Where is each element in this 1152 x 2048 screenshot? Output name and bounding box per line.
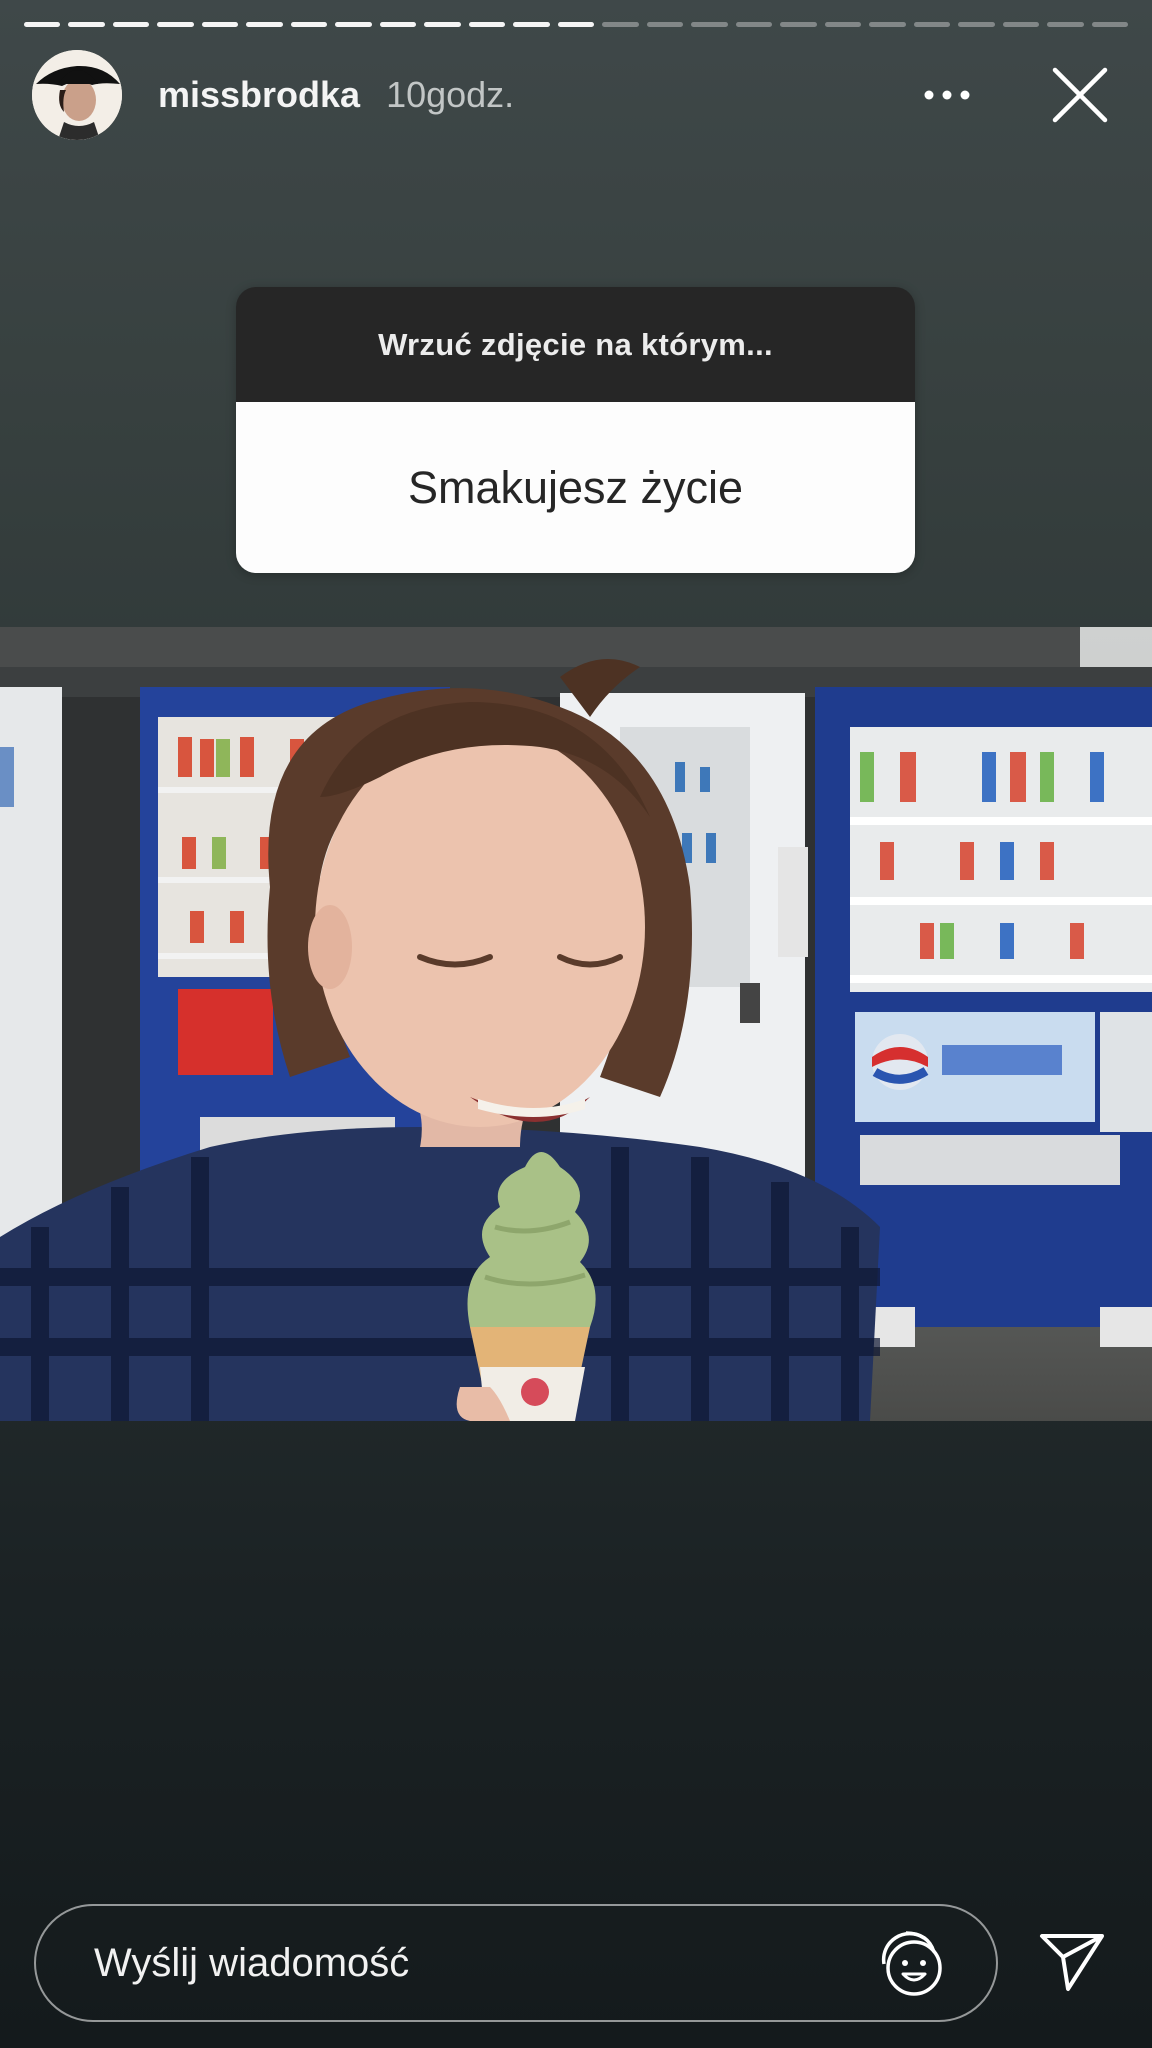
progress-segment	[557, 22, 595, 27]
progress-segment	[513, 22, 550, 27]
progress-segment	[1047, 22, 1084, 27]
question-prompt: Wrzuć zdjęcie na którym...	[236, 287, 915, 402]
paper-plane-send-icon	[1040, 1934, 1104, 1991]
progress-segment	[869, 22, 906, 27]
progress-segment	[735, 22, 773, 27]
more-options-button[interactable]	[912, 60, 982, 130]
progress-segment	[468, 22, 506, 27]
sticker-button[interactable]	[874, 1926, 948, 2000]
progress-segment	[1002, 22, 1040, 27]
question-sticker[interactable]: Wrzuć zdjęcie na którym... Smakujesz życ…	[236, 287, 915, 573]
progress-segment	[379, 22, 417, 27]
progress-segment	[246, 22, 283, 27]
progress-segment	[290, 22, 328, 27]
progress-segment	[424, 22, 461, 27]
sticker-emoji-icon	[881, 1931, 942, 1996]
progress-segment	[780, 22, 817, 27]
progress-segment	[646, 22, 684, 27]
progress-segment	[24, 22, 61, 27]
progress-segment	[913, 22, 951, 27]
send-button[interactable]	[1035, 1925, 1109, 1999]
story-header: missbrodka 10godz.	[32, 50, 1120, 140]
message-input[interactable]: Wyślij wiadomość	[94, 1941, 874, 1986]
progress-segment	[112, 22, 150, 27]
story-progress-bar	[24, 22, 1129, 27]
progress-segment	[335, 22, 372, 27]
close-button[interactable]	[1040, 55, 1120, 135]
close-icon	[1052, 67, 1108, 123]
progress-segment	[157, 22, 194, 27]
progress-segment	[1091, 22, 1129, 27]
story-photo	[0, 627, 1152, 1421]
more-horizontal-icon	[924, 90, 970, 100]
progress-segment	[824, 22, 862, 27]
profile-avatar[interactable]	[32, 50, 122, 140]
message-composer[interactable]: Wyślij wiadomość	[34, 1904, 998, 2022]
progress-segment	[691, 22, 728, 27]
question-answer: Smakujesz życie	[236, 402, 915, 573]
username[interactable]: missbrodka	[158, 74, 360, 116]
progress-segment	[68, 22, 105, 27]
progress-segment	[602, 22, 639, 27]
progress-segment	[958, 22, 995, 27]
post-time: 10godz.	[386, 74, 515, 115]
progress-segment	[201, 22, 239, 27]
